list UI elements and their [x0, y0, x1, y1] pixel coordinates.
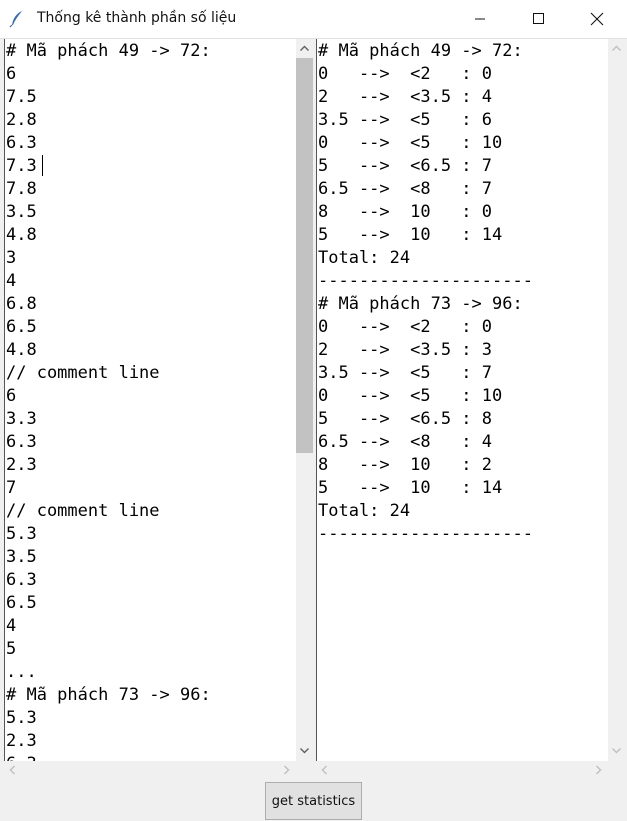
window-title: Thống kê thành phần số liệu	[37, 10, 237, 26]
output-text-line: 5 --> <6.5 : 7	[318, 156, 492, 176]
input-text-line: 6	[6, 64, 17, 84]
input-text-line: 5	[6, 639, 17, 659]
output-text-line: 8 --> 10 : 2	[318, 455, 492, 475]
output-text-line: 0 --> <5 : 10	[318, 133, 503, 153]
scroll-right-arrow-icon[interactable]	[590, 761, 607, 779]
input-text-line: 4.8	[6, 340, 37, 360]
output-horizontal-scrollbar[interactable]	[316, 761, 608, 779]
input-text-line: 7.5	[6, 87, 37, 107]
input-text-line: // comment line	[6, 363, 160, 383]
title-bar[interactable]: Thống kê thành phần số liệu	[0, 0, 627, 39]
input-text-line: 2.8	[6, 110, 37, 130]
input-text-line: ...	[6, 662, 37, 682]
input-text-line: 7.3	[6, 156, 37, 176]
input-text-line: 5.3	[6, 524, 37, 544]
output-text-line: # Mã phách 49 -> 72:	[318, 41, 523, 61]
close-button[interactable]	[574, 0, 620, 38]
scroll-down-arrow-icon[interactable]	[608, 742, 625, 759]
input-text-line: 3.3	[6, 409, 37, 429]
output-text-line: 2 --> <3.5 : 3	[318, 340, 492, 360]
input-text-line: 4	[6, 616, 17, 636]
feather-icon	[9, 10, 25, 28]
output-text-line: Total: 24	[318, 248, 411, 268]
input-text-line: 6.3	[6, 133, 37, 153]
scroll-down-arrow-icon[interactable]	[296, 742, 313, 759]
input-text-area[interactable]: # Mã phách 49 -> 72: 6 7.5 2.8 6.3 7.3 7.8 3.5 4…	[4, 39, 297, 761]
output-text-line: 2 --> <3.5 : 4	[318, 87, 492, 107]
output-text-line: 5 --> 10 : 14	[318, 478, 503, 498]
input-text-line: # Mã phách 73 -> 96:	[6, 685, 211, 705]
scroll-left-arrow-icon[interactable]	[4, 761, 21, 779]
scroll-up-arrow-icon[interactable]	[608, 40, 625, 57]
maximize-icon	[533, 13, 544, 24]
input-text-line: # Mã phách 49 -> 72:	[6, 41, 211, 61]
output-text-line: 0 --> <2 : 0	[318, 64, 492, 84]
output-text-line: Total: 24	[318, 501, 411, 521]
output-text-line: 5 --> 10 : 14	[318, 225, 503, 245]
input-lines: # Mã phách 49 -> 72: 6 7.5 2.8 6.3 7.3 7.8 3.5 4…	[6, 40, 211, 761]
input-text-line: 6.3	[6, 570, 37, 590]
output-text-line: 3.5 --> <5 : 6	[318, 110, 492, 130]
input-text-line: 6.3	[6, 753, 211, 761]
input-text-line: 3.5	[6, 547, 37, 567]
input-text-line: 2.3	[6, 455, 37, 475]
input-text-line: 7	[6, 478, 17, 498]
input-text-line: 6.5	[6, 317, 37, 337]
input-text-line: // comment line	[6, 501, 160, 521]
output-text-line: 3.5 --> <5 : 7	[318, 363, 492, 383]
output-text-line: 6.5 --> <8 : 7	[318, 179, 492, 199]
input-text-line: 6.5	[6, 593, 37, 613]
output-text-line: 0 --> <2 : 0	[318, 317, 492, 337]
scroll-thumb[interactable]	[296, 58, 313, 453]
output-text-line: 8 --> 10 : 0	[318, 202, 492, 222]
input-horizontal-scrollbar[interactable]	[4, 761, 296, 779]
input-text-line: 6.3	[6, 432, 37, 452]
output-text-line: 6.5 --> <8 : 4	[318, 432, 492, 452]
input-text-line: 3	[6, 248, 17, 268]
output-text-area[interactable]: # Mã phách 49 -> 72: 0 --> <2 : 0 2 --> <3…	[316, 39, 609, 761]
minimize-icon	[475, 18, 485, 20]
output-text-line: ---------------------	[318, 524, 533, 544]
input-text-line: 6.8	[6, 294, 37, 314]
output-vertical-scrollbar[interactable]	[608, 39, 625, 761]
maximize-button[interactable]	[516, 0, 562, 38]
scroll-up-arrow-icon[interactable]	[296, 40, 313, 57]
app-window: Thống kê thành phần số liệu # Mã phách 4…	[0, 0, 627, 821]
scroll-right-arrow-icon[interactable]	[278, 761, 295, 779]
output-lines: # Mã phách 49 -> 72: 0 --> <2 : 0 2 --> <3…	[318, 40, 533, 546]
input-vertical-scrollbar[interactable]	[296, 39, 313, 761]
scroll-left-arrow-icon[interactable]	[316, 761, 333, 779]
minimize-button[interactable]	[458, 0, 504, 38]
get-statistics-button[interactable]: get statistics	[265, 782, 362, 820]
text-caret	[42, 155, 43, 176]
input-text-line: 5.3	[6, 708, 37, 728]
input-text-line: 3.5	[6, 202, 37, 222]
output-text-line: ---------------------	[318, 271, 533, 291]
output-text-line: # Mã phách 73 -> 96:	[318, 294, 523, 314]
input-text-line: 4.8	[6, 225, 37, 245]
input-text-line: 4	[6, 271, 17, 291]
input-text-line: 6	[6, 386, 17, 406]
output-text-line: 5 --> <6.5 : 8	[318, 409, 492, 429]
input-text-line: 7.8	[6, 179, 37, 199]
output-text-line: 0 --> <5 : 10	[318, 386, 503, 406]
close-icon	[590, 12, 604, 26]
input-text-line: 2.3	[6, 731, 37, 751]
